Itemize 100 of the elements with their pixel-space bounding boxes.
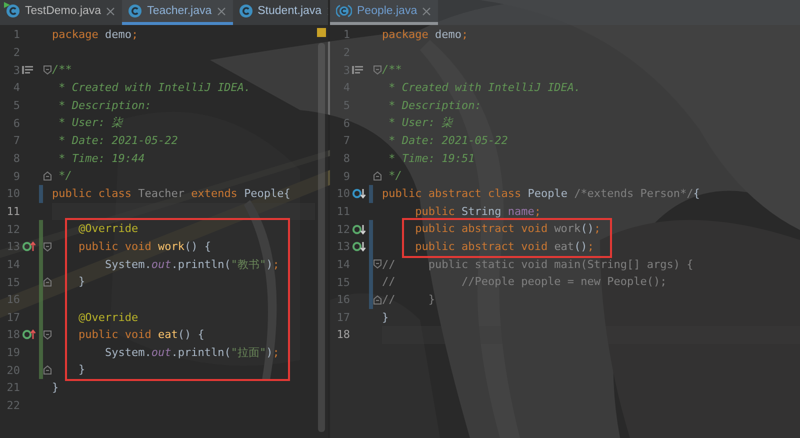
code-line: } (52, 380, 59, 396)
code-line: public void eat() { (77, 327, 204, 344)
line-number: 5 (12, 98, 20, 112)
fold-icon[interactable] (43, 277, 52, 288)
code-line: // } (382, 292, 435, 308)
fold-icon[interactable] (43, 171, 52, 182)
line-number: 18 (336, 328, 350, 342)
code-line: System.out.println("拉面"); (104, 344, 280, 361)
code-line: * Time: 19:51 (388, 150, 475, 167)
change-marker[interactable] (369, 273, 373, 291)
line-number: 11 (336, 204, 350, 218)
fold-icon[interactable] (43, 330, 52, 340)
line-number: 17 (6, 310, 20, 324)
code-line: */ (388, 168, 402, 184)
line-number: 22 (6, 399, 20, 412)
code-line: public class Teacher extends People{ (52, 186, 290, 202)
line-number: 14 (6, 258, 20, 271)
fold-icon[interactable] (373, 294, 382, 305)
code-line: /** (52, 62, 72, 78)
code-line: } (382, 310, 389, 326)
fold-icon[interactable] (43, 242, 52, 252)
fold-icon[interactable] (373, 171, 382, 182)
line-number: 8 (342, 152, 350, 165)
fold-icon[interactable] (373, 259, 382, 270)
code-line: } (77, 362, 86, 378)
code-line: public String name; (414, 204, 541, 220)
code-line: public abstract void eat(); (414, 238, 594, 255)
line-number: 10 (336, 187, 350, 200)
change-marker[interactable] (39, 273, 43, 291)
change-marker[interactable] (39, 184, 43, 203)
code-line: * Time: 19:44 (58, 150, 145, 167)
change-marker[interactable] (369, 184, 373, 203)
line-number: 9 (12, 170, 20, 183)
class-icon (6, 4, 20, 18)
code-line: System.out.println("教书"); (104, 256, 280, 273)
line-number: 15 (6, 276, 20, 289)
code-line: * Created with IntelliJ IDEA. (388, 80, 581, 96)
close-icon[interactable] (106, 6, 116, 16)
code-line: * Created with IntelliJ IDEA. (58, 80, 251, 96)
code-line: * Description: (58, 98, 152, 114)
code-line: /** (382, 62, 402, 78)
code-line: public abstract void work(); (414, 221, 601, 238)
override-icon[interactable] (22, 329, 36, 340)
line-number: 1 (342, 28, 350, 42)
editor-tab[interactable]: TestDemo.java (0, 0, 122, 25)
doc-lines-icon[interactable] (352, 65, 363, 76)
code-line: */ (58, 168, 72, 184)
change-marker[interactable] (369, 220, 373, 238)
line-number: 12 (6, 222, 20, 236)
line-number: 1 (12, 28, 20, 42)
line-number: 20 (6, 364, 20, 377)
line-number: 19 (6, 346, 20, 360)
scrollbar-thumb[interactable] (318, 43, 325, 432)
fold-icon[interactable] (43, 365, 52, 376)
change-marker[interactable] (39, 238, 43, 256)
close-icon[interactable] (422, 6, 432, 16)
abstract-class-icon (336, 4, 352, 18)
line-number: 7 (342, 134, 350, 148)
line-number: 11 (6, 204, 20, 218)
line-number: 15 (336, 276, 350, 289)
change-marker[interactable] (39, 220, 43, 238)
line-number: 8 (12, 152, 20, 165)
fold-icon[interactable] (373, 65, 382, 76)
change-marker[interactable] (369, 256, 373, 274)
doc-lines-icon[interactable] (22, 65, 33, 76)
fold-icon[interactable] (43, 65, 52, 76)
line-number: 21 (6, 381, 20, 394)
code-line: // public static void main(String[] args) { (382, 256, 694, 273)
implemented-icon[interactable] (352, 241, 366, 252)
subclassed-icon[interactable] (352, 188, 366, 200)
line-number: 10 (6, 187, 20, 200)
override-icon[interactable] (22, 241, 36, 252)
code-line: @Override (77, 221, 138, 238)
line-number: 6 (342, 116, 350, 130)
change-marker[interactable] (369, 238, 373, 256)
code-line: * Date: 2021-05-22 (58, 132, 178, 149)
line-number: 18 (6, 328, 20, 342)
change-marker[interactable] (39, 308, 43, 326)
change-marker[interactable] (39, 344, 43, 362)
code-line: public void work() { (77, 238, 211, 255)
change-marker[interactable] (369, 290, 373, 308)
change-marker[interactable] (39, 361, 43, 380)
line-number: 4 (12, 81, 20, 94)
line-number: 2 (12, 46, 20, 59)
code-line: * User: 柒 (58, 115, 123, 132)
change-marker[interactable] (39, 326, 43, 344)
line-number: 12 (336, 222, 350, 236)
change-marker[interactable] (39, 290, 43, 308)
class-icon (128, 4, 142, 18)
code-line: * Date: 2021-05-22 (388, 132, 508, 149)
line-number: 13 (336, 240, 350, 254)
code-line: public abstract class People /*extends Person*/{ (382, 186, 700, 202)
code-line: @Override (77, 310, 138, 326)
line-number: 16 (6, 293, 20, 306)
close-icon[interactable] (216, 6, 226, 16)
code-line: * Description: (388, 98, 482, 114)
class-icon (238, 4, 253, 18)
implemented-icon[interactable] (352, 224, 366, 235)
line-number: 3 (12, 64, 20, 77)
change-marker[interactable] (39, 256, 43, 274)
